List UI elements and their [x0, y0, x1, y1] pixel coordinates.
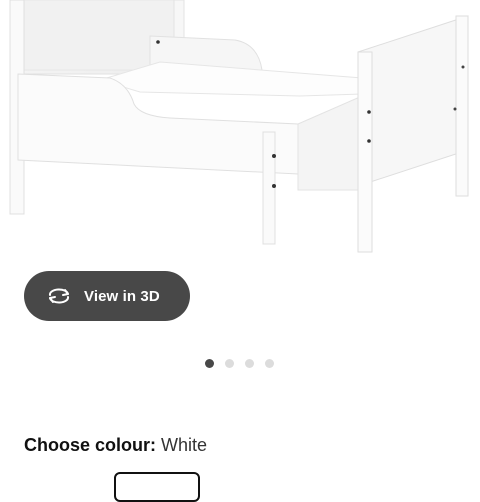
carousel-dot-1[interactable]: [205, 359, 214, 368]
colour-swatch-white[interactable]: [114, 472, 200, 502]
bed-frame-illustration: [9, 0, 469, 253]
view-in-3d-button[interactable]: View in 3D: [24, 271, 190, 321]
product-image[interactable]: [0, 0, 480, 268]
colour-selector-heading: Choose colour: White: [24, 433, 207, 457]
carousel-dot-3[interactable]: [245, 359, 254, 368]
carousel-dot-2[interactable]: [225, 359, 234, 368]
rotate-3d-icon: [46, 285, 74, 307]
image-carousel-dots: [205, 359, 274, 369]
colour-label: Choose colour:: [24, 435, 157, 455]
view-in-3d-label: View in 3D: [84, 287, 160, 305]
carousel-dot-4[interactable]: [265, 359, 274, 368]
selected-colour-value: White: [161, 435, 208, 455]
